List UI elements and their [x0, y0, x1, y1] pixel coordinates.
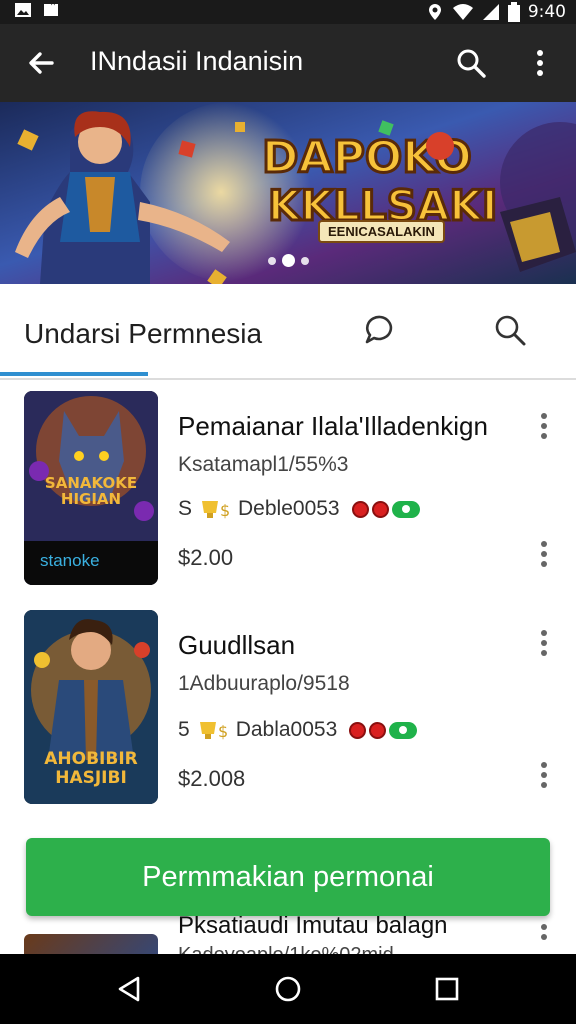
svg-text:$: $ [220, 501, 230, 520]
item-rating-row: 5 $ Dabla0053 [178, 716, 418, 744]
screen: 9:40 INndasii Indanisin DAPOKO KKLLSAKI … [0, 0, 576, 1024]
puzzle-icon [44, 4, 58, 16]
app-bar: INndasii Indanisin [0, 24, 576, 102]
banner-subtitle: EENICASALAKIN [318, 220, 445, 243]
more-vert-icon[interactable] [534, 411, 554, 441]
item-title: Pemaianar Ilala'Illadenkign [178, 411, 488, 441]
promo-banner[interactable]: DAPOKO KKLLSAKI EENICASALAKIN [0, 102, 576, 284]
carousel-dot[interactable] [268, 256, 276, 265]
signal-icon [482, 4, 499, 20]
battery-icon [507, 2, 520, 22]
more-vert-icon[interactable] [534, 760, 554, 790]
trophy-icon: $ [202, 501, 230, 520]
status-badges [351, 500, 420, 518]
app-bar-title: INndasii Indanisin [90, 46, 304, 76]
game-thumbnail[interactable]: AHOBIBIR HASJIBI [24, 610, 158, 804]
thumbnail-footer: stanoke [40, 551, 100, 570]
section-title[interactable]: Undarsi Permnesia [24, 318, 262, 350]
list-item-partial[interactable]: Pksatiaudi Imutau balagn Kadoyoaplo/1ko%… [0, 916, 576, 954]
thumbnail-caption: SANAKOKE HIGIAN [44, 474, 138, 508]
item-title: Guudllsan [178, 630, 296, 660]
game-thumbnail[interactable]: SANAKOKE HIGIAN stanoke [24, 391, 158, 585]
item-title: Pksatiaudi Imutau balagn [178, 916, 448, 939]
more-vert-icon[interactable] [534, 539, 554, 569]
section-header: Undarsi Permnesia [0, 284, 576, 380]
system-nav-bar [0, 954, 576, 1024]
svg-text:$: $ [218, 722, 228, 741]
tab-underline [0, 372, 148, 376]
item-price: $2.008 [178, 766, 246, 791]
trophy-icon: $ [199, 722, 228, 741]
image-icon [15, 3, 31, 17]
status-bar: 9:40 [0, 0, 576, 24]
rating-text: Dabla0053 [235, 718, 338, 741]
item-rating-row: S $ Deble0053 [178, 495, 420, 523]
carousel-dots[interactable] [268, 254, 309, 267]
list-item[interactable]: SANAKOKE HIGIAN stanoke Pemaianar Ilala'… [0, 391, 576, 591]
chat-icon[interactable] [362, 312, 398, 348]
more-vert-icon[interactable] [524, 46, 556, 80]
item-price: $2.00 [178, 545, 234, 570]
carousel-dot[interactable] [301, 256, 309, 265]
item-subtitle: Ksatamapl1/55%3 [178, 453, 349, 476]
item-subtitle: Kadoyoaplo/1ko%02mid [178, 944, 394, 954]
carousel-dot-active[interactable] [282, 254, 295, 267]
game-thumbnail[interactable] [24, 934, 158, 954]
nav-home-icon[interactable] [273, 974, 303, 1004]
back-arrow-icon[interactable] [24, 46, 58, 80]
list-item[interactable]: AHOBIBIR HASJIBI Guudllsan 1Adbuuraplo/9… [0, 610, 576, 810]
search-icon[interactable] [454, 46, 488, 80]
search-icon[interactable] [492, 312, 528, 348]
item-subtitle: 1Adbuuraplo/9518 [178, 672, 350, 695]
location-icon [428, 4, 441, 20]
rating-prefix: 5 [178, 718, 190, 741]
status-badges [349, 721, 418, 739]
thumbnail-caption: AHOBIBIR HASJIBI [44, 749, 138, 788]
rating-text: Deble0053 [238, 497, 340, 520]
status-time: 9:40 [527, 2, 566, 22]
more-vert-icon[interactable] [534, 922, 554, 952]
nav-recents-icon[interactable] [432, 974, 462, 1004]
more-vert-icon[interactable] [534, 628, 554, 658]
nav-back-icon[interactable] [114, 974, 144, 1004]
rating-prefix: S [178, 497, 193, 520]
wifi-icon [452, 4, 473, 20]
primary-cta-button[interactable]: Permmakian permonai [26, 838, 550, 916]
